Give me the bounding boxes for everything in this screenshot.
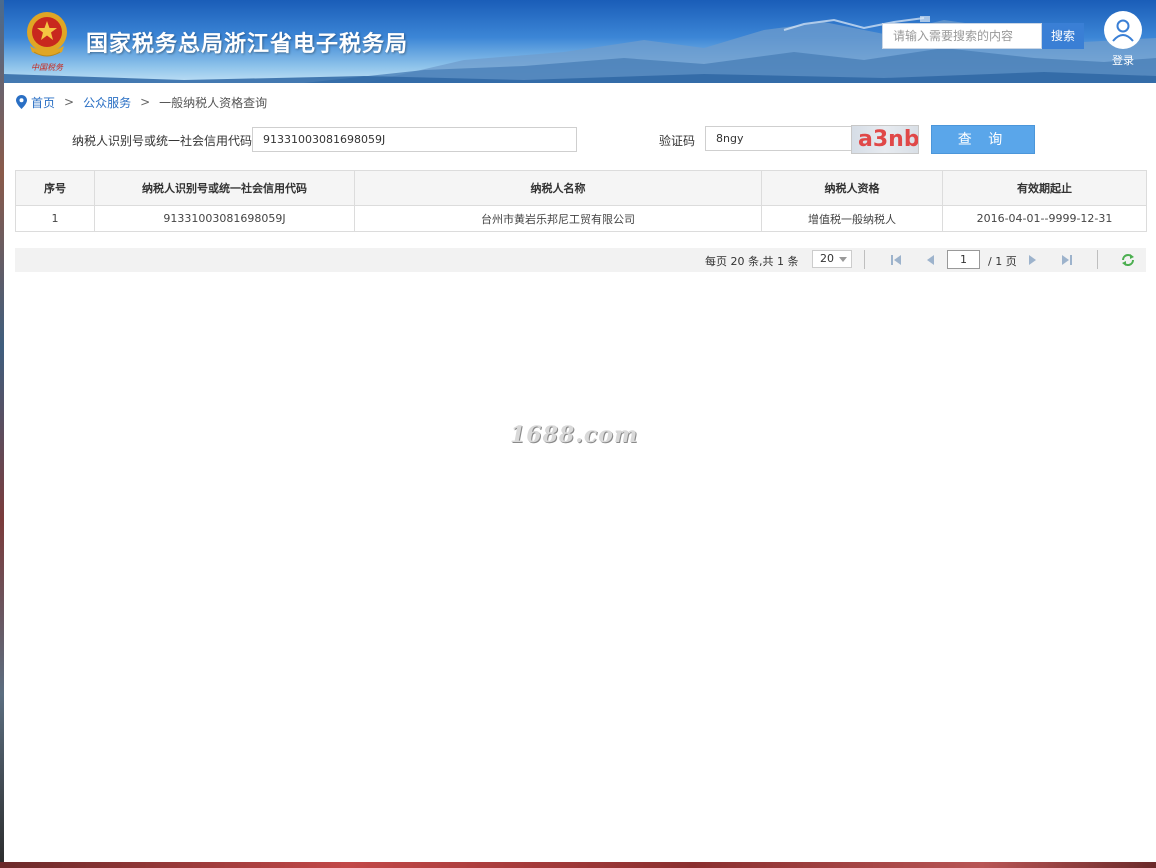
results-table: 序号 纳税人识别号或统一社会信用代码 纳税人名称 纳税人资格 有效期起止 1 9…: [15, 170, 1147, 232]
refresh-icon[interactable]: [1121, 253, 1135, 267]
column-header-validity: 有效期起止: [942, 170, 1147, 206]
table-header-row: 序号 纳税人识别号或统一社会信用代码 纳税人名称 纳税人资格 有效期起止: [15, 170, 1147, 206]
cell-taxpayer-id: 91331003081698059J: [94, 205, 355, 232]
captcha-image[interactable]: a3nb: [851, 125, 919, 154]
breadcrumb: 首页 > 公众服务 > 一般纳税人资格查询: [16, 94, 267, 110]
taxpayer-id-input[interactable]: 91331003081698059J: [252, 127, 577, 152]
page-size-select[interactable]: 20: [812, 250, 852, 268]
site-header: 中国税务 国家税务总局浙江省电子税务局 请输入需要搜索的内容 搜索 登录: [4, 0, 1156, 83]
prev-page-icon[interactable]: [923, 253, 937, 267]
pager-divider: [864, 250, 865, 269]
site-title: 国家税务总局浙江省电子税务局: [86, 32, 409, 57]
cell-taxpayer-name: 台州市黄岩乐邦尼工贸有限公司: [354, 205, 762, 232]
current-page-input[interactable]: 1: [947, 250, 980, 269]
breadcrumb-current: 一般纳税人资格查询: [159, 95, 268, 110]
desktop-edge: [0, 0, 4, 868]
desktop-edge-bottom: [0, 862, 1156, 868]
cell-validity: 2016-04-01--9999-12-31: [942, 205, 1147, 232]
search-button[interactable]: 搜索: [1042, 23, 1084, 49]
login-button[interactable]: 登录: [1102, 11, 1144, 68]
page-info: 每页 20 条,共 1 条: [705, 255, 799, 268]
page-size-value: 20: [820, 252, 834, 265]
breadcrumb-home[interactable]: 首页: [31, 94, 55, 111]
table-row[interactable]: 1 91331003081698059J 台州市黄岩乐邦尼工贸有限公司 增值税一…: [15, 205, 1147, 232]
taxpayer-id-label: 纳税人识别号或统一社会信用代码: [72, 134, 253, 148]
next-page-icon[interactable]: [1026, 253, 1040, 267]
cell-qualification: 增值税一般纳税人: [761, 205, 943, 232]
svg-text:中国税务: 中国税务: [31, 63, 64, 72]
column-header-taxpayer-name: 纳税人名称: [354, 170, 762, 206]
breadcrumb-separator: >: [140, 95, 151, 109]
pager-divider: [1097, 250, 1098, 269]
login-label: 登录: [1112, 54, 1134, 67]
query-button[interactable]: 查 询: [931, 125, 1035, 154]
location-pin-icon: [16, 95, 27, 109]
total-pages: / 1 页: [988, 255, 1017, 268]
column-header-qualification: 纳税人资格: [761, 170, 943, 206]
column-header-taxpayer-id: 纳税人识别号或统一社会信用代码: [94, 170, 355, 206]
search-input[interactable]: 请输入需要搜索的内容: [882, 23, 1042, 49]
user-avatar-icon: [1104, 11, 1142, 49]
breadcrumb-separator: >: [64, 95, 75, 109]
cell-index: 1: [15, 205, 95, 232]
breadcrumb-public-service[interactable]: 公众服务: [83, 94, 131, 111]
watermark-logo: 1688.com: [510, 422, 639, 448]
chevron-down-icon: [839, 257, 847, 262]
captcha-input[interactable]: 8ngy: [705, 126, 852, 151]
last-page-icon[interactable]: [1060, 253, 1074, 267]
pagination-bar: 每页 20 条,共 1 条 20 1 / 1 页: [15, 248, 1146, 272]
column-header-index: 序号: [15, 170, 95, 206]
captcha-label: 验证码: [659, 134, 696, 148]
national-tax-emblem-icon: 中国税务: [27, 12, 67, 72]
first-page-icon[interactable]: [889, 253, 903, 267]
captcha-image-text: a3nb: [858, 127, 919, 152]
